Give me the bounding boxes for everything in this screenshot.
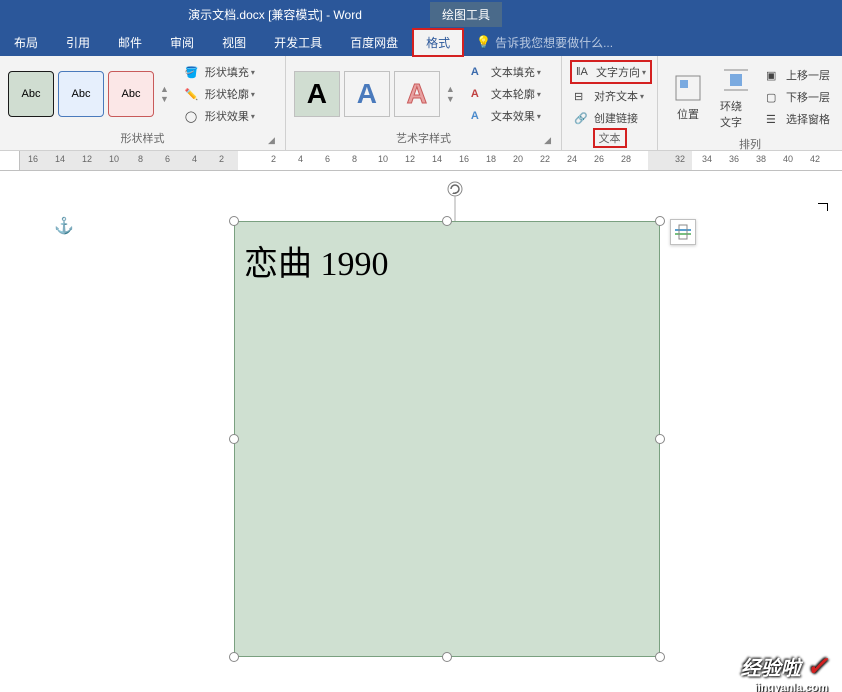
shape-fill-button[interactable]: 🪣 形状填充▾ (181, 62, 259, 82)
text-effects-icon: A (471, 110, 487, 122)
window-title: 演示文档.docx [兼容模式] - Word (0, 6, 430, 23)
wrap-text-icon (720, 64, 752, 96)
shape-style-preset-1[interactable]: Abc (8, 71, 54, 117)
check-icon: ✓ (806, 651, 828, 681)
context-tab-label: 绘图工具 (430, 2, 502, 27)
group-label-shape-styles: 形状样式 ◢ (8, 128, 277, 148)
tab-review[interactable]: 审阅 (156, 28, 208, 57)
tab-layout[interactable]: 布局 (0, 28, 52, 57)
tab-mailings[interactable]: 邮件 (104, 28, 156, 57)
group-label-text: 文本 (593, 128, 627, 148)
resize-handle-tr[interactable] (655, 216, 665, 226)
shape-effects-button[interactable]: ◯ 形状效果▾ (181, 106, 259, 126)
text-fill-button[interactable]: A 文本填充▾ (467, 62, 545, 82)
document-canvas[interactable]: ⚓ 恋曲 1990 经验啦 ✓ jingyanla.com (0, 171, 842, 692)
wordart-preset-2[interactable]: A (344, 71, 390, 117)
resize-handle-ml[interactable] (229, 434, 239, 444)
resize-handle-br[interactable] (655, 652, 665, 662)
resize-handle-bm[interactable] (442, 652, 452, 662)
text-direction-icon: ‖A (576, 66, 592, 78)
wrap-text-button[interactable]: 环绕文字 (714, 60, 758, 134)
create-link-button[interactable]: 🔗 创建链接 (570, 108, 642, 128)
shape-style-gallery-expand[interactable]: ▲▼ (160, 84, 169, 104)
tab-format-active[interactable]: 格式 (412, 28, 464, 57)
resize-handle-mr[interactable] (655, 434, 665, 444)
selection-pane-button[interactable]: ☰ 选择窗格 (762, 109, 834, 129)
tab-developer[interactable]: 开发工具 (260, 28, 336, 57)
shape-outline-button[interactable]: ✏️ 形状轮廓▾ (181, 84, 259, 104)
position-button[interactable]: 位置 (666, 68, 710, 126)
pencil-icon: ✏️ (185, 88, 201, 101)
wordart-preset-3[interactable]: A (394, 71, 440, 117)
ruler-horizontal[interactable]: 16 14 12 10 8 6 4 2 2 4 6 8 10 12 14 16 … (0, 151, 842, 171)
bring-forward-button[interactable]: ▣ 上移一层 (762, 65, 834, 85)
anchor-icon: ⚓ (54, 216, 74, 236)
selection-pane-icon: ☰ (766, 113, 782, 126)
shape-rectangle[interactable]: 恋曲 1990 (234, 221, 660, 657)
watermark-logo: 经验啦 ✓ (741, 651, 828, 682)
group-label-wordart-styles: 艺术字样式 ◢ (294, 128, 553, 148)
ruler-corner (0, 151, 20, 170)
group-arrange: 位置 环绕文字 ▣ 上移一层 ▢ 下移一层 ☰ 选择窗格 (658, 56, 842, 150)
text-direction-button[interactable]: ‖A 文字方向▾ (570, 60, 652, 84)
group-wordart-styles: A A A ▲▼ A 文本填充▾ A 文本轮廓▾ A 文本效果▾ 艺术字样式 (286, 56, 562, 150)
bring-forward-icon: ▣ (766, 69, 782, 82)
shape-text-content[interactable]: 恋曲 1990 (244, 236, 389, 285)
bulb-icon: 💡 (476, 35, 491, 49)
wordart-gallery-expand[interactable]: ▲▼ (446, 84, 455, 104)
dialog-launcher-icon[interactable]: ◢ (544, 135, 551, 146)
watermark-url: jingyanla.com (755, 682, 828, 692)
resize-handle-tl[interactable] (229, 216, 239, 226)
ribbon: Abc Abc Abc ▲▼ 🪣 形状填充▾ ✏️ 形状轮廓▾ ◯ 形状效果▾ (0, 56, 842, 151)
link-icon: 🔗 (574, 112, 590, 125)
text-effects-button[interactable]: A 文本效果▾ (467, 106, 545, 126)
wordart-preset-1[interactable]: A (294, 71, 340, 117)
title-bar: 演示文档.docx [兼容模式] - Word 绘图工具 (0, 0, 842, 28)
send-backward-icon: ▢ (766, 91, 782, 104)
shape-style-preset-3[interactable]: Abc (108, 71, 154, 117)
layout-options-icon (674, 223, 692, 241)
margin-marker (818, 203, 828, 211)
effects-icon: ◯ (185, 110, 201, 123)
resize-handle-tm[interactable] (442, 216, 452, 226)
shape-style-preset-2[interactable]: Abc (58, 71, 104, 117)
resize-handle-bl[interactable] (229, 652, 239, 662)
menu-bar: 布局 引用 邮件 审阅 视图 开发工具 百度网盘 格式 💡 告诉我您想要做什么.… (0, 28, 842, 56)
layout-options-button[interactable] (670, 219, 696, 245)
tab-baidu[interactable]: 百度网盘 (336, 28, 412, 57)
send-backward-button[interactable]: ▢ 下移一层 (762, 87, 834, 107)
text-outline-button[interactable]: A 文本轮廓▾ (467, 84, 545, 104)
selected-shape[interactable]: 恋曲 1990 (234, 221, 660, 657)
text-outline-icon: A (471, 88, 487, 100)
text-fill-icon: A (471, 66, 487, 78)
tell-me-search[interactable]: 💡 告诉我您想要做什么... (476, 34, 613, 51)
dialog-launcher-icon[interactable]: ◢ (268, 135, 275, 146)
group-text: ‖A 文字方向▾ ⊟ 对齐文本▾ 🔗 创建链接 文本 (562, 56, 658, 150)
tab-view[interactable]: 视图 (208, 28, 260, 57)
paint-bucket-icon: 🪣 (185, 66, 201, 79)
tab-references[interactable]: 引用 (52, 28, 104, 57)
align-text-button[interactable]: ⊟ 对齐文本▾ (570, 86, 648, 106)
align-text-icon: ⊟ (574, 90, 590, 103)
group-shape-styles: Abc Abc Abc ▲▼ 🪣 形状填充▾ ✏️ 形状轮廓▾ ◯ 形状效果▾ (0, 56, 286, 150)
tell-me-placeholder: 告诉我您想要做什么... (495, 34, 613, 51)
position-icon (672, 72, 704, 104)
